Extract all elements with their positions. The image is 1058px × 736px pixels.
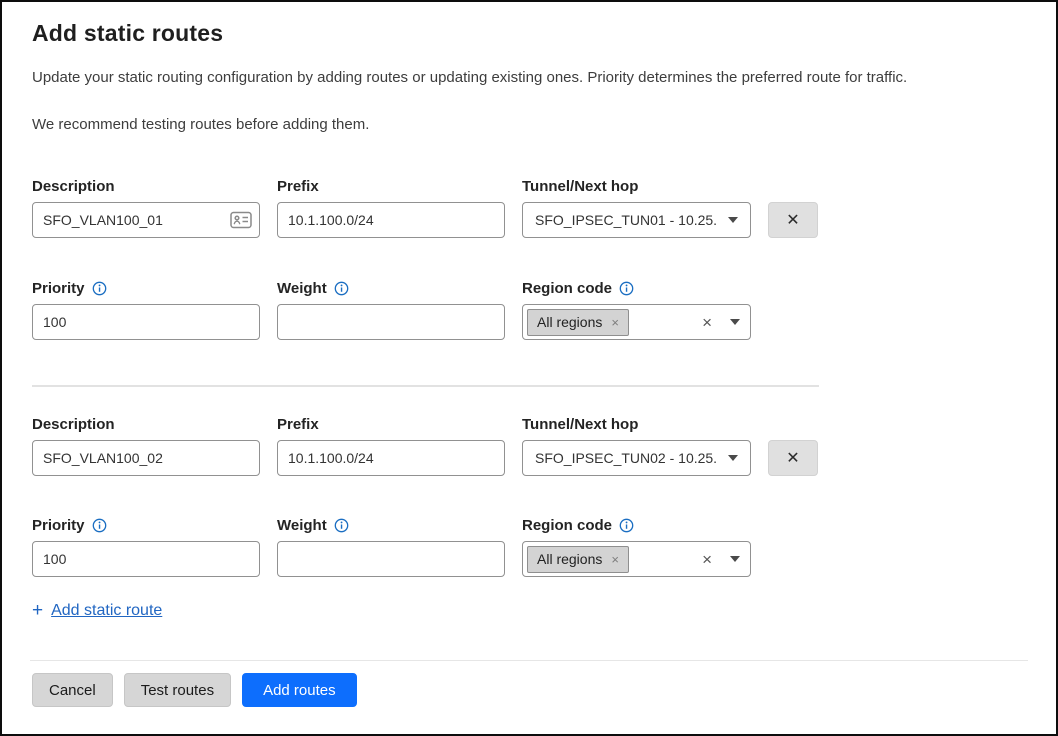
prefix-field-group: Prefix: [277, 176, 505, 238]
route-section-2: Description Prefix Tunnel/Next hop SFO_I: [32, 414, 1026, 577]
description-label: Description: [32, 414, 260, 434]
add-static-route-row: + Add static route: [32, 601, 1026, 620]
prefix-input[interactable]: [277, 440, 505, 476]
section-divider: [32, 385, 819, 387]
info-icon[interactable]: [334, 281, 349, 296]
tunnel-select[interactable]: SFO_IPSEC_TUN01 - 10.25...: [522, 202, 751, 238]
chip-remove-icon[interactable]: ×: [611, 315, 619, 330]
description-label: Description: [32, 176, 260, 196]
description-input[interactable]: [32, 202, 260, 238]
region-code-label: Region code: [522, 515, 751, 535]
info-icon[interactable]: [334, 518, 349, 533]
priority-input[interactable]: [32, 304, 260, 340]
weight-label: Weight: [277, 515, 505, 535]
chevron-down-icon: [728, 455, 738, 461]
info-icon[interactable]: [92, 281, 107, 296]
close-icon: ✕: [786, 210, 799, 230]
weight-input[interactable]: [277, 304, 505, 340]
tunnel-select[interactable]: SFO_IPSEC_TUN02 - 10.25...: [522, 440, 751, 476]
priority-label: Priority: [32, 278, 260, 298]
region-code-label: Region code: [522, 278, 751, 298]
tunnel-field-group: Tunnel/Next hop SFO_IPSEC_TUN02 - 10.25.…: [522, 414, 751, 476]
priority-label: Priority: [32, 515, 260, 535]
tunnel-field-group: Tunnel/Next hop SFO_IPSEC_TUN01 - 10.25.…: [522, 176, 751, 238]
cancel-button[interactable]: Cancel: [32, 673, 113, 707]
route-section-1: Description: [32, 176, 1026, 340]
note-text: We recommend testing routes before addin…: [32, 116, 1026, 133]
prefix-label: Prefix: [277, 414, 505, 434]
chip-remove-icon[interactable]: ×: [611, 552, 619, 567]
add-static-routes-dialog: Add static routes Update your static rou…: [0, 0, 1058, 736]
add-static-route-link[interactable]: Add static route: [51, 602, 162, 620]
region-chip: All regions ×: [527, 309, 629, 336]
chevron-down-icon: [728, 217, 738, 223]
weight-input[interactable]: [277, 541, 505, 577]
weight-label: Weight: [277, 278, 505, 298]
prefix-label: Prefix: [277, 176, 505, 196]
info-icon[interactable]: [619, 518, 634, 533]
priority-input[interactable]: [32, 541, 260, 577]
chevron-down-icon: [730, 556, 740, 562]
prefix-field-group: Prefix: [277, 414, 505, 476]
region-chip-label: All regions: [537, 551, 602, 567]
region-code-multiselect[interactable]: All regions × ×: [522, 541, 751, 577]
plus-icon: +: [32, 601, 43, 620]
footer-actions: Cancel Test routes Add routes: [32, 673, 1056, 707]
remove-route-button[interactable]: ✕: [768, 202, 818, 238]
dialog-content: Add static routes Update your static rou…: [2, 2, 1056, 620]
region-field-group: Region code All regions ×: [522, 278, 751, 340]
weight-field-group: Weight: [277, 515, 505, 577]
clear-selection-icon[interactable]: ×: [702, 551, 712, 568]
close-icon: ✕: [786, 448, 799, 468]
description-input[interactable]: [32, 440, 260, 476]
description-field-group: Description: [32, 176, 260, 238]
priority-field-group: Priority: [32, 278, 260, 340]
region-chip: All regions ×: [527, 546, 629, 573]
prefix-input[interactable]: [277, 202, 505, 238]
footer-divider: [30, 660, 1028, 661]
add-routes-button[interactable]: Add routes: [242, 673, 357, 707]
weight-field-group: Weight: [277, 278, 505, 340]
remove-route-button[interactable]: ✕: [768, 440, 818, 476]
chevron-down-icon: [730, 319, 740, 325]
tunnel-select-value: SFO_IPSEC_TUN02 - 10.25...: [535, 450, 718, 466]
region-code-multiselect[interactable]: All regions × ×: [522, 304, 751, 340]
tunnel-label: Tunnel/Next hop: [522, 414, 751, 434]
tunnel-select-value: SFO_IPSEC_TUN01 - 10.25...: [535, 212, 718, 228]
contact-card-icon: [230, 211, 252, 229]
intro-text: Update your static routing configuration…: [32, 69, 1026, 86]
priority-field-group: Priority: [32, 515, 260, 577]
clear-selection-icon[interactable]: ×: [702, 314, 712, 331]
tunnel-label: Tunnel/Next hop: [522, 176, 751, 196]
region-field-group: Region code All regions ×: [522, 515, 751, 577]
info-icon[interactable]: [619, 281, 634, 296]
info-icon[interactable]: [92, 518, 107, 533]
region-chip-label: All regions: [537, 314, 602, 330]
page-title: Add static routes: [32, 20, 1026, 47]
description-field-group: Description: [32, 414, 260, 476]
test-routes-button[interactable]: Test routes: [124, 673, 231, 707]
